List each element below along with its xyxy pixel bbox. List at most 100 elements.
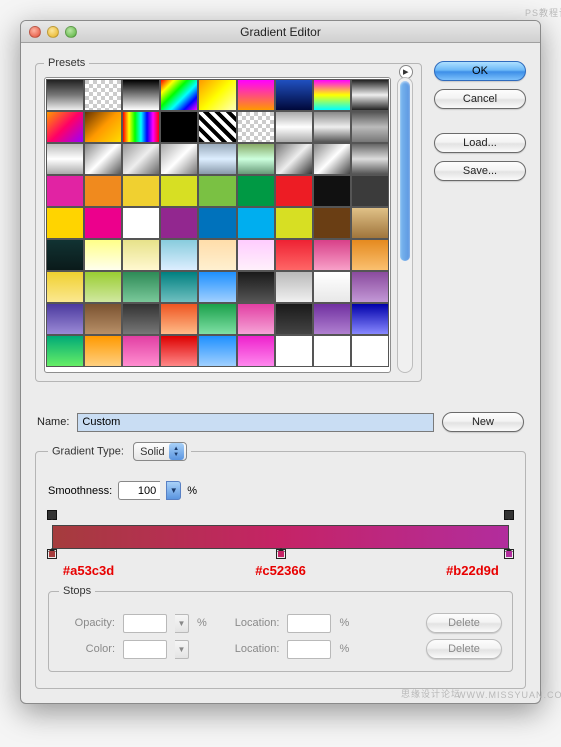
delete-opacity-stop-button[interactable]: Delete (426, 613, 502, 633)
preset-swatch[interactable] (198, 207, 236, 239)
preset-swatch[interactable] (84, 271, 122, 303)
preset-swatch[interactable] (237, 111, 275, 143)
new-button[interactable]: New (442, 412, 524, 432)
preset-swatch[interactable] (351, 143, 389, 175)
preset-swatch[interactable] (237, 335, 275, 367)
preset-swatch[interactable] (122, 303, 160, 335)
preset-swatch[interactable] (122, 271, 160, 303)
preset-swatch[interactable] (122, 335, 160, 367)
titlebar[interactable]: Gradient Editor (21, 21, 540, 43)
opacity-stepper[interactable]: ▼ (175, 614, 189, 633)
save-button[interactable]: Save... (434, 161, 526, 181)
preset-swatch[interactable] (46, 271, 84, 303)
preset-swatch[interactable] (198, 143, 236, 175)
preset-swatch[interactable] (160, 303, 198, 335)
preset-swatch[interactable] (46, 175, 84, 207)
color-stop[interactable] (47, 549, 57, 559)
preset-swatch[interactable] (84, 303, 122, 335)
preset-swatch[interactable] (313, 143, 351, 175)
preset-swatch[interactable] (84, 79, 122, 111)
color-stepper[interactable]: ▼ (175, 640, 189, 659)
preset-swatch[interactable] (351, 207, 389, 239)
preset-swatch[interactable] (313, 175, 351, 207)
preset-swatch[interactable] (275, 207, 313, 239)
preset-swatch[interactable] (160, 143, 198, 175)
preset-swatch[interactable] (160, 207, 198, 239)
preset-swatch[interactable] (237, 303, 275, 335)
preset-swatch[interactable] (351, 303, 389, 335)
gradient-type-select[interactable]: Solid ▲▼ (133, 442, 186, 461)
preset-swatch[interactable] (351, 335, 389, 367)
preset-swatch[interactable] (160, 79, 198, 111)
preset-swatch[interactable] (122, 79, 160, 111)
preset-swatch[interactable] (160, 271, 198, 303)
preset-swatch[interactable] (351, 239, 389, 271)
preset-swatch[interactable] (122, 175, 160, 207)
opacity-stop-track[interactable] (52, 512, 509, 522)
preset-swatch[interactable] (198, 79, 236, 111)
preset-swatch-grid[interactable] (44, 77, 391, 373)
preset-swatch[interactable] (313, 79, 351, 111)
preset-swatch[interactable] (275, 271, 313, 303)
preset-swatch[interactable] (351, 111, 389, 143)
preset-swatch[interactable] (198, 303, 236, 335)
preset-swatch[interactable] (198, 335, 236, 367)
preset-swatch[interactable] (313, 335, 351, 367)
preset-swatch[interactable] (313, 111, 351, 143)
preset-swatch[interactable] (351, 175, 389, 207)
preset-swatch[interactable] (313, 207, 351, 239)
preset-swatch[interactable] (46, 79, 84, 111)
preset-swatch[interactable] (198, 239, 236, 271)
preset-swatch[interactable] (84, 175, 122, 207)
preset-swatch[interactable] (122, 143, 160, 175)
preset-swatch[interactable] (275, 239, 313, 271)
preset-swatch[interactable] (46, 335, 84, 367)
preset-swatch[interactable] (351, 271, 389, 303)
opacity-location-input[interactable] (287, 614, 331, 633)
preset-swatch[interactable] (46, 303, 84, 335)
preset-swatch[interactable] (84, 207, 122, 239)
color-stop[interactable] (504, 549, 514, 559)
delete-color-stop-button[interactable]: Delete (426, 639, 502, 659)
preset-swatch[interactable] (84, 335, 122, 367)
color-stop-track[interactable] (52, 549, 509, 563)
preset-swatch[interactable] (84, 143, 122, 175)
preset-swatch[interactable] (237, 271, 275, 303)
preset-swatch[interactable] (237, 79, 275, 111)
preset-swatch[interactable] (237, 175, 275, 207)
preset-swatch[interactable] (313, 271, 351, 303)
preset-swatch[interactable] (351, 79, 389, 111)
preset-swatch[interactable] (122, 239, 160, 271)
preset-swatch[interactable] (46, 239, 84, 271)
preset-swatch[interactable] (237, 207, 275, 239)
color-location-input[interactable] (287, 640, 331, 659)
preset-swatch[interactable] (122, 111, 160, 143)
preset-swatch[interactable] (275, 303, 313, 335)
preset-swatch[interactable] (198, 111, 236, 143)
preset-swatch[interactable] (275, 111, 313, 143)
preset-swatch[interactable] (275, 335, 313, 367)
preset-swatch[interactable] (313, 239, 351, 271)
opacity-stop[interactable] (504, 510, 514, 520)
preset-swatch[interactable] (237, 143, 275, 175)
preset-swatch[interactable] (84, 239, 122, 271)
preset-swatch[interactable] (275, 79, 313, 111)
preset-swatch[interactable] (275, 143, 313, 175)
preset-swatch[interactable] (275, 175, 313, 207)
cancel-button[interactable]: Cancel (434, 89, 526, 109)
preset-swatch[interactable] (160, 239, 198, 271)
preset-swatch[interactable] (237, 239, 275, 271)
preset-swatch[interactable] (198, 271, 236, 303)
presets-scrollbar[interactable] (397, 77, 413, 373)
preset-swatch[interactable] (46, 111, 84, 143)
preset-swatch[interactable] (160, 335, 198, 367)
preset-swatch[interactable] (198, 175, 236, 207)
preset-swatch[interactable] (160, 175, 198, 207)
name-input[interactable] (77, 413, 434, 432)
opacity-stop[interactable] (47, 510, 57, 520)
preset-swatch[interactable] (122, 207, 160, 239)
smoothness-input[interactable] (118, 481, 160, 500)
preset-swatch[interactable] (160, 111, 198, 143)
preset-swatch[interactable] (313, 303, 351, 335)
color-stop[interactable] (276, 549, 286, 559)
